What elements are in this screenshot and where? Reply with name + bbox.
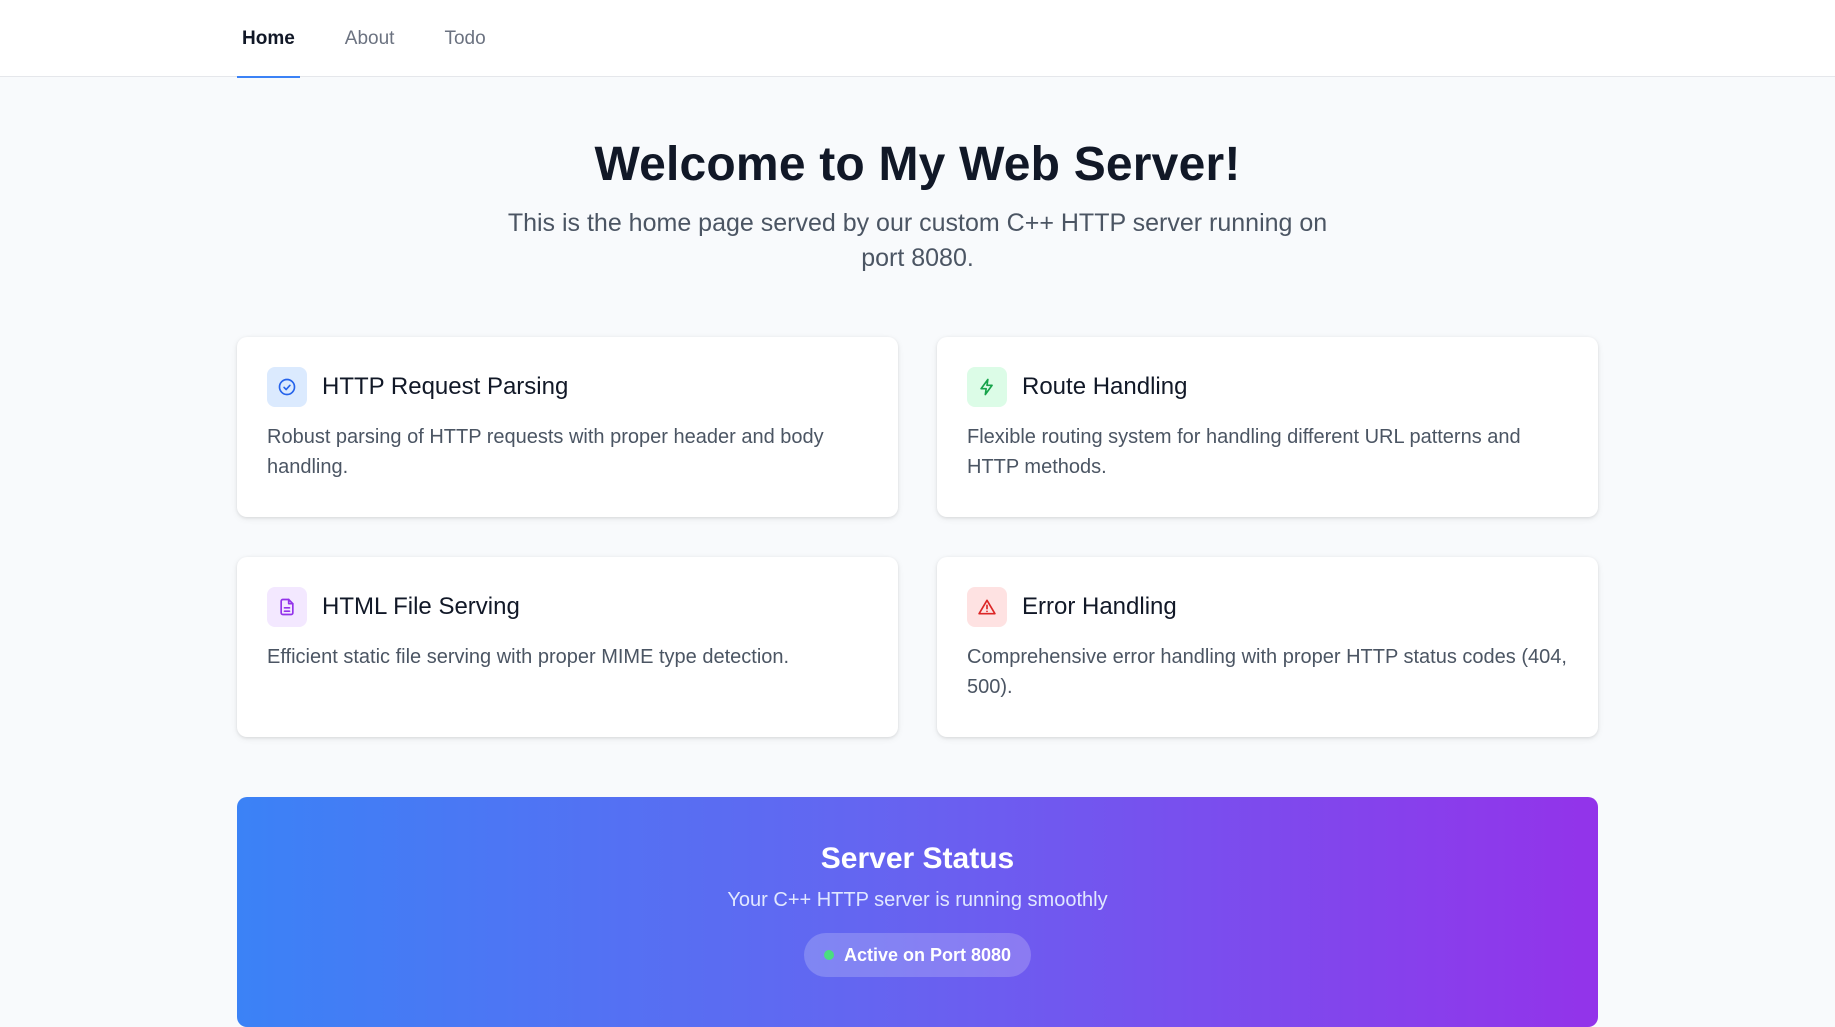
nav-link-about[interactable]: About [340, 0, 400, 77]
lightning-icon [967, 367, 1007, 407]
status-badge: Active on Port 8080 [803, 933, 1032, 977]
nav-link-todo[interactable]: Todo [439, 0, 490, 77]
feature-card-error-handling: Error Handling Comprehensive error handl… [937, 557, 1598, 737]
status-subtitle: Your C++ HTTP server is running smoothly [727, 889, 1108, 911]
feature-description: Flexible routing system for handling dif… [967, 426, 1521, 478]
feature-card-header: Error Handling [967, 587, 1568, 627]
feature-card-route-handling: Route Handling Flexible routing system f… [937, 337, 1598, 517]
page-title: Welcome to My Web Server! [594, 138, 1241, 191]
feature-card-header: Route Handling [967, 367, 1568, 407]
hero-section: Welcome to My Web Server! This is the ho… [0, 136, 1835, 276]
nav-link-home[interactable]: Home [237, 0, 300, 78]
page-subtitle: This is the home page served by our cust… [507, 209, 1328, 272]
feature-title: HTTP Request Parsing [322, 373, 569, 400]
server-status-banner: Server Status Your C++ HTTP server is ru… [237, 797, 1598, 1027]
feature-card-html-serving: HTML File Serving Efficient static file … [237, 557, 898, 737]
feature-description: Robust parsing of HTTP requests with pro… [267, 426, 824, 478]
status-badge-label: Active on Port 8080 [843, 944, 1012, 965]
feature-description: Efficient static file serving with prope… [267, 646, 790, 668]
warning-triangle-icon [967, 587, 1007, 627]
features-grid: HTTP Request Parsing Robust parsing of H… [237, 337, 1598, 737]
status-indicator-dot [823, 950, 834, 960]
feature-card-header: HTML File Serving [267, 587, 868, 627]
feature-card-header: HTTP Request Parsing [267, 367, 868, 407]
feature-description: Comprehensive error handling with proper… [967, 646, 1567, 698]
feature-card-http-parsing: HTTP Request Parsing Robust parsing of H… [237, 337, 898, 517]
feature-title: Error Handling [1022, 593, 1177, 620]
check-circle-icon [267, 367, 307, 407]
document-icon [267, 587, 307, 627]
feature-title: Route Handling [1022, 373, 1188, 400]
top-navigation: Home About Todo [0, 0, 1835, 78]
feature-title: HTML File Serving [322, 593, 520, 620]
status-title: Server Status [820, 842, 1015, 875]
nav-links: Home About Todo [237, 0, 531, 78]
